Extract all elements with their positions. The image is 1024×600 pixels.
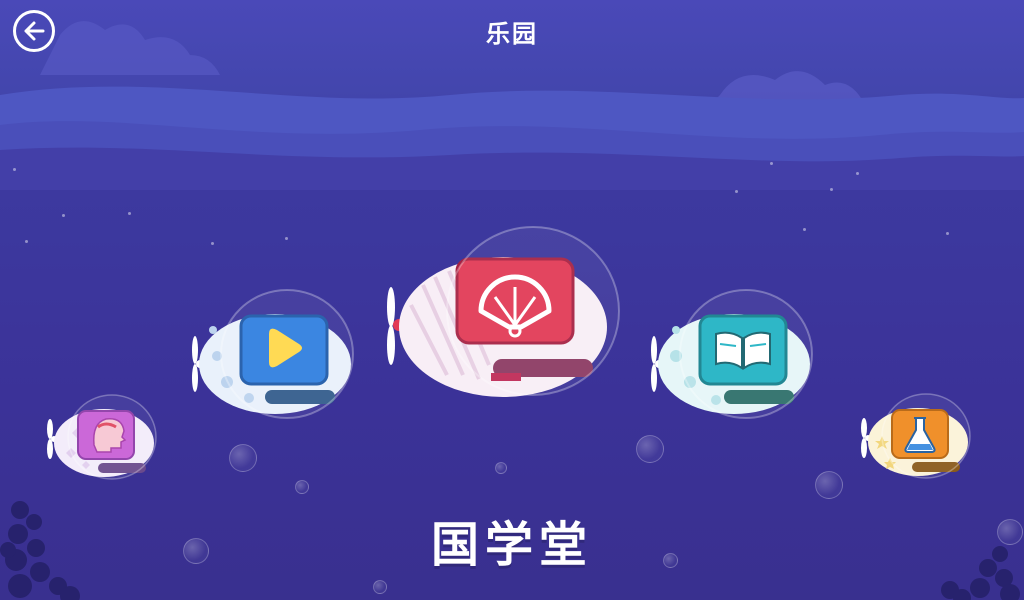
page-title: 乐园 [486,20,538,48]
particle [770,162,773,165]
particle [735,190,738,193]
particle [25,240,28,243]
particle [856,172,859,175]
bubble [229,444,257,472]
submarine-brain[interactable] [42,393,162,485]
submarine-reading[interactable] [646,289,821,426]
particle [13,168,16,171]
bubble [636,435,664,463]
bubble [495,462,507,474]
submarine-guoxue[interactable] [383,225,623,409]
particle [830,188,833,191]
particle [211,242,214,245]
bubble [373,580,387,594]
selected-item-caption: 国学堂 [430,517,593,573]
bubble [815,471,843,499]
particle [803,228,806,231]
particle [62,214,65,217]
particle [946,232,949,235]
submarine-science[interactable] [856,392,976,484]
playground-screen: 乐园 国学堂 [0,0,1024,600]
particle [285,237,288,240]
submarine-video[interactable] [187,289,362,426]
particle [128,212,131,215]
bubble [295,480,309,494]
